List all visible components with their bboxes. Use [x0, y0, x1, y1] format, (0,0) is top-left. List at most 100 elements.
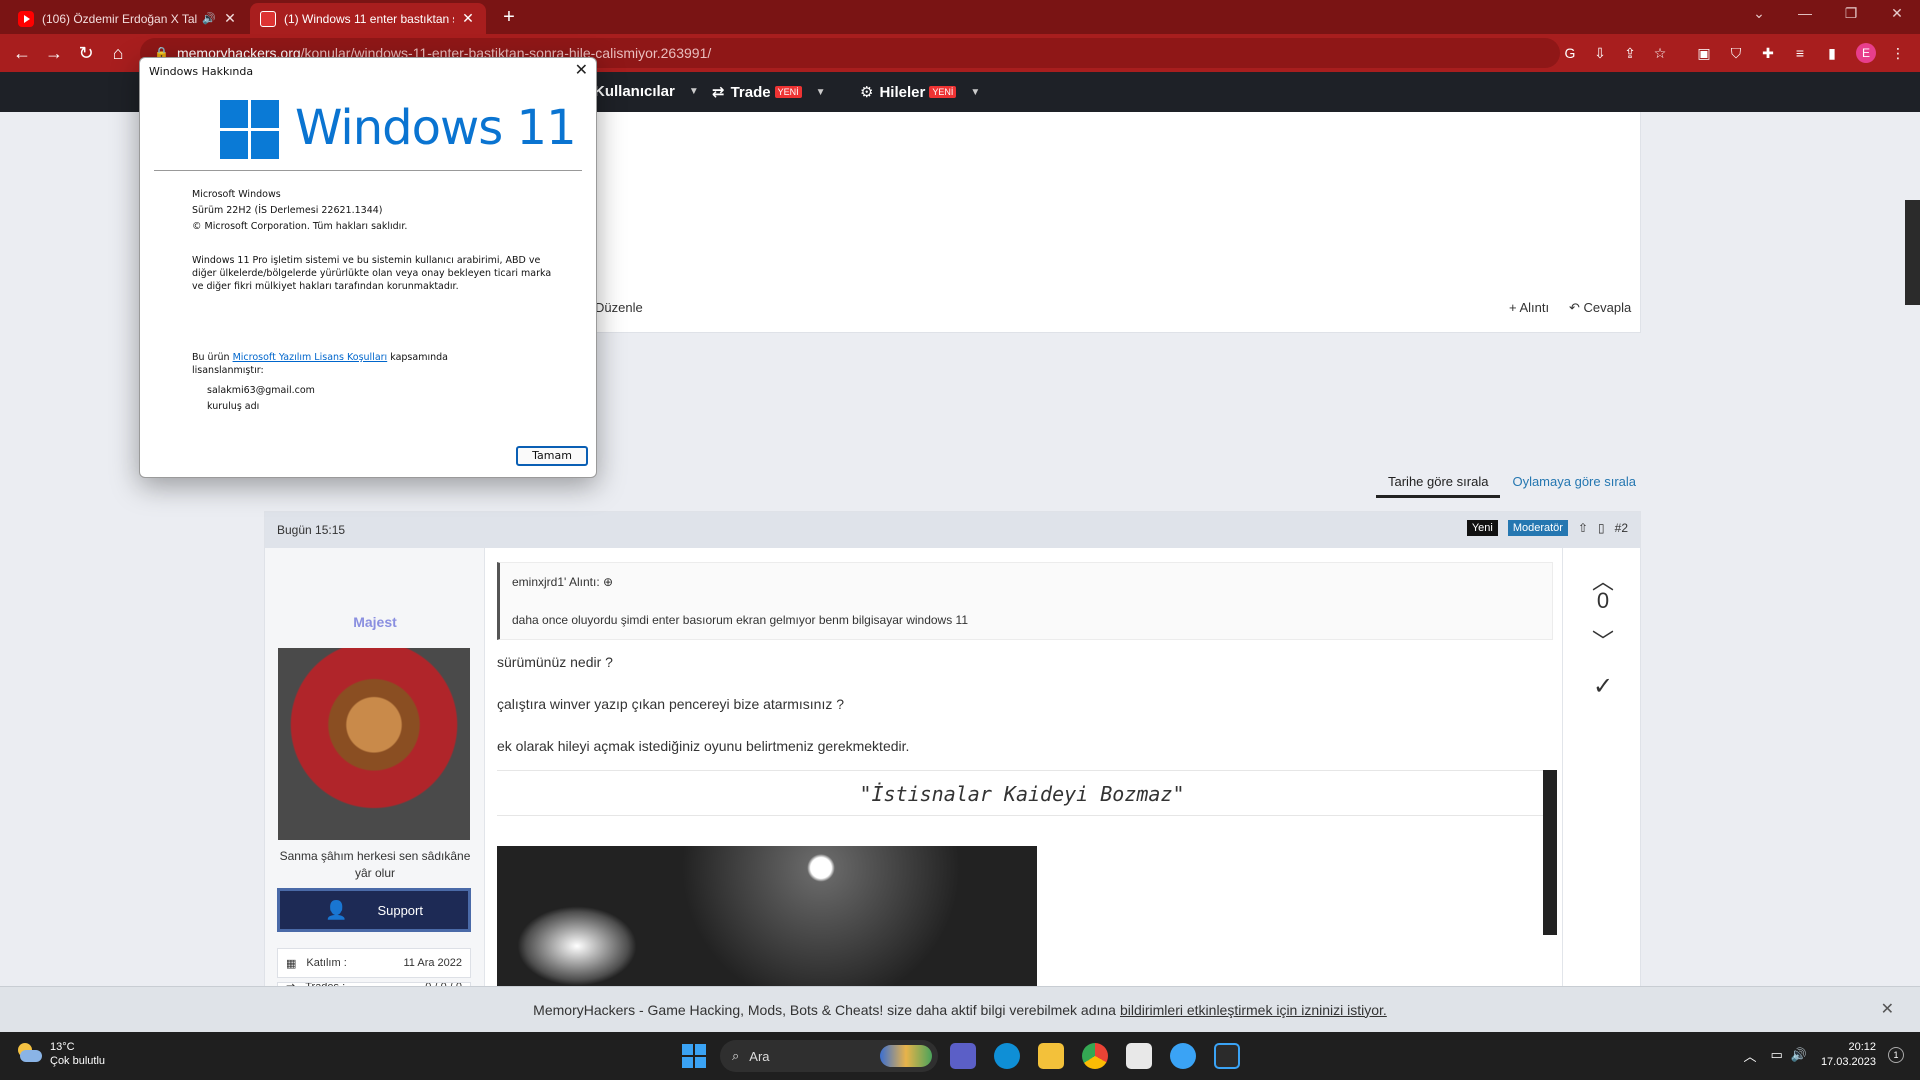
close-icon[interactable]: ✕ [1881, 999, 1894, 1019]
bookmark-icon[interactable]: ▯ [1598, 521, 1605, 535]
avatar[interactable] [278, 648, 470, 840]
back-button[interactable]: ← [10, 42, 34, 64]
chevron-up-icon[interactable]: ︿ [1743, 1046, 1756, 1065]
nav-item-trade[interactable]: ⇄ Trade YENİ ▼ [712, 83, 826, 102]
share-icon[interactable]: ⇪ [1620, 43, 1640, 63]
support-label: Support [377, 902, 423, 918]
downvote-icon[interactable]: ﹀ [1563, 624, 1643, 656]
solution-check-icon[interactable]: ✓ [1563, 672, 1643, 701]
menu-icon[interactable]: ⋮ [1888, 43, 1908, 63]
page-scrollbar[interactable] [1905, 200, 1920, 305]
install-app-icon[interactable]: ⇩ [1590, 43, 1610, 63]
volume-icon[interactable]: 🔊 [1791, 1047, 1807, 1063]
user-panel: Majest Sanma şâhım herkesi sen sâdıkâne … [265, 548, 485, 992]
close-tab-icon[interactable]: ✕ [222, 10, 238, 27]
notification-bar: MemoryHackers - Game Hacking, Mods, Bots… [0, 986, 1920, 1032]
sidebar-icon[interactable]: ▮ [1822, 43, 1842, 63]
chrome-icon[interactable] [1082, 1043, 1108, 1069]
notification-link[interactable]: bildirimleri etkinleştirmek için izniniz… [1120, 1002, 1387, 1018]
post-date[interactable]: Bugün 15:15 [277, 523, 345, 537]
post-number[interactable]: #2 [1615, 521, 1628, 535]
signature-image [497, 846, 1037, 992]
stat-value: 11 Ara 2022 [403, 957, 462, 969]
minimize-button[interactable]: — [1790, 5, 1820, 21]
stat-joined: ▦ Katılım : 11 Ara 2022 [277, 948, 471, 978]
license-text: Bu ürün Microsoft Yazılım Lisans Koşulla… [192, 352, 448, 376]
app-icon[interactable] [1170, 1043, 1196, 1069]
search-icon: ⌕ [732, 1048, 740, 1063]
file-explorer-icon[interactable] [1038, 1043, 1064, 1069]
site-favicon-icon [260, 10, 276, 27]
edge-icon[interactable] [994, 1043, 1020, 1069]
windows-logo-icon [220, 100, 280, 160]
notepad-icon[interactable] [1126, 1043, 1152, 1069]
weather-status: Çok bulutlu [50, 1055, 106, 1067]
calendar-icon: ▦ [286, 957, 297, 970]
edit-link[interactable]: Düzenle [595, 300, 643, 315]
licensee-email: salakmi63@gmail.com [207, 385, 315, 396]
reload-button[interactable]: ↻ [74, 42, 98, 64]
quote-text: daha once oluyordu şimdi enter basıorum … [512, 613, 969, 627]
google-icon[interactable]: G [1560, 43, 1580, 63]
extension-icon[interactable]: ▣ [1694, 43, 1714, 63]
clock[interactable]: 20:12 17.03.2023 [1821, 1040, 1876, 1070]
windows-logo-text: Windows 11 [295, 100, 577, 156]
close-window-button[interactable]: ✕ [1882, 5, 1912, 22]
search-placeholder: Ara [749, 1048, 770, 1064]
puzzle-icon[interactable]: ✚ [1758, 43, 1778, 63]
info-copyright: © Microsoft Corporation. Tüm hakları sak… [192, 221, 408, 232]
bookmark-star-icon[interactable]: ☆ [1650, 43, 1670, 63]
share-icon[interactable]: ⇧ [1578, 521, 1588, 535]
new-badge: YENİ [774, 86, 802, 98]
close-icon[interactable]: ✕ [575, 60, 588, 79]
chevron-down-icon[interactable]: ▼ [816, 87, 826, 98]
tab-search-icon[interactable]: ⌄ [1744, 5, 1774, 22]
nav-label: Kullanıcılar [594, 83, 675, 100]
license-link[interactable]: Microsoft Yazılım Lisans Koşulları [233, 352, 388, 363]
tab-sort-votes[interactable]: Oylamaya göre sırala [1500, 466, 1648, 498]
new-tag: Yeni [1466, 520, 1498, 536]
tab-title: (1) Windows 11 enter bastıktan s... [284, 11, 454, 26]
search-highlight-icon [880, 1045, 932, 1067]
network-icon[interactable]: ▭ [1770, 1047, 1782, 1063]
vote-count: 0 [1596, 588, 1610, 613]
notification-count[interactable]: 1 [1888, 1047, 1904, 1063]
tab-youtube[interactable]: (106) Özdemir Erdoğan X Tal... 🔊 ✕ [8, 3, 248, 34]
support-badge[interactable]: 👤 Support [277, 888, 471, 932]
username[interactable]: Majest [265, 614, 485, 630]
post-text-line: sürümünüz nedir ? [497, 654, 613, 670]
about-windows-dialog: Windows Hakkında ✕ Windows 11 Microsoft … [139, 57, 597, 478]
system-tray: ︿ ▭ 🔊 20:12 17.03.2023 1 [1743, 1040, 1904, 1070]
nav-item-users[interactable]: Kullanıcılar ▼ [594, 83, 699, 100]
quote-author[interactable]: eminxjrd1' Alıntı: ⊕ [512, 575, 613, 589]
start-button[interactable] [682, 1044, 706, 1068]
chevron-down-icon[interactable]: ▼ [970, 87, 980, 98]
reply-button[interactable]: ↶ Cevapla [1569, 300, 1631, 316]
nav-item-hacks[interactable]: ⚙ Hileler YENİ ▼ [860, 83, 980, 102]
close-tab-icon[interactable]: ✕ [460, 10, 476, 27]
teams-icon[interactable] [950, 1043, 976, 1069]
taskbar-search[interactable]: ⌕ Ara [720, 1040, 938, 1072]
exchange-icon: ⇄ [712, 84, 725, 101]
speaker-icon[interactable]: 🔊 [202, 12, 216, 25]
cloudy-icon [16, 1043, 42, 1065]
quote-button[interactable]: + Alıntı [1509, 300, 1549, 315]
tab-memoryhackers[interactable]: (1) Windows 11 enter bastıktan s... ✕ [250, 3, 486, 34]
ok-button[interactable]: Tamam [516, 446, 588, 466]
winver-taskbar-icon[interactable] [1214, 1043, 1240, 1069]
signature-scrollbar[interactable] [1543, 770, 1557, 935]
restore-button[interactable]: ❐ [1836, 5, 1866, 22]
info-version: Sürüm 22H2 (İS Derlemesi 22621.1344) [192, 205, 383, 216]
tab-sort-date[interactable]: Tarihe göre sırala [1376, 466, 1501, 498]
new-tab-button[interactable]: + [498, 6, 520, 29]
forward-button[interactable]: → [42, 42, 66, 64]
home-button[interactable]: ⌂ [106, 42, 130, 64]
taskbar: 13°C Çok bulutlu ⌕ Ara ︿ ▭ 🔊 20:12 17.03… [0, 1032, 1920, 1080]
chevron-down-icon[interactable]: ▼ [689, 86, 699, 97]
weather-widget[interactable]: 13°C Çok bulutlu [16, 1040, 105, 1068]
shield-icon[interactable]: ⛉ [1726, 43, 1746, 63]
date: 17.03.2023 [1820, 1056, 1876, 1068]
media-icon[interactable]: ≡ [1790, 43, 1810, 63]
profile-avatar[interactable]: E [1856, 43, 1876, 63]
notification-text: MemoryHackers - Game Hacking, Mods, Bots… [533, 1001, 1116, 1018]
